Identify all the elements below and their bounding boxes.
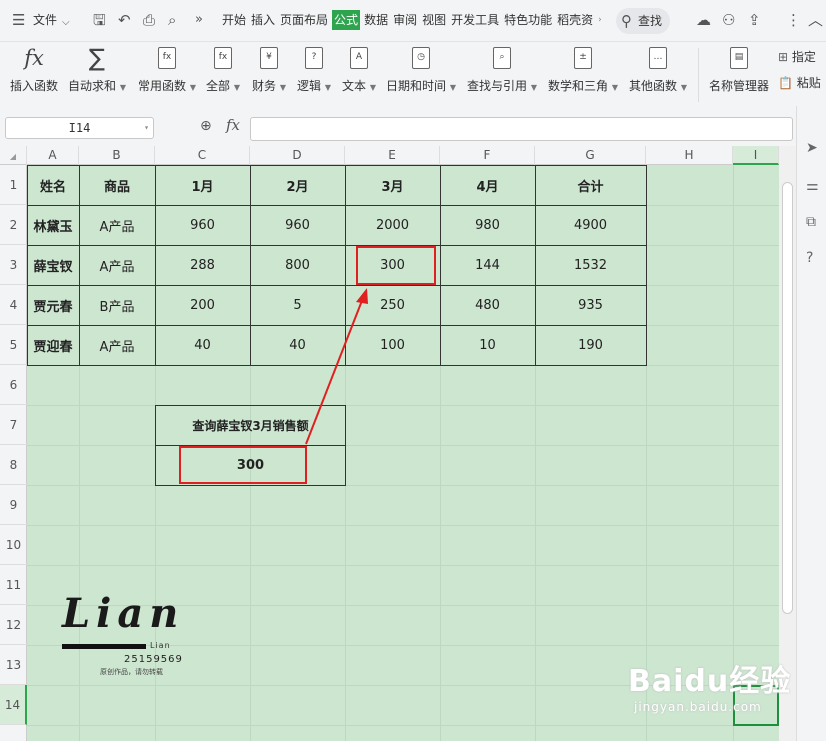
hamburger-icon[interactable]: ☰	[12, 10, 25, 30]
math-trig-button[interactable]: ± 数学和三角 ▼	[547, 42, 619, 94]
settings-sliders-icon[interactable]: ⚌	[806, 178, 819, 194]
search-icon: ⚲	[621, 12, 632, 30]
text-a-icon: A	[350, 47, 368, 69]
right-sidebar: ➤ ⚌ ⧉ ?	[796, 106, 826, 741]
question-book-icon: ?	[305, 47, 323, 69]
menu-bar: ☰ 文件 ⌵ 🖫 ↶ ⎙ ⌕ » 开始 插入 页面布局 公式 数据 审阅 视图 …	[0, 0, 826, 42]
insert-function-button[interactable]: fx 插入函数	[8, 42, 60, 94]
ribbon: fx 插入函数 ∑ 自动求和 ▼ fx 常用函数 ▼ fx 全部 ▼ ¥ 财务 …	[0, 42, 826, 106]
print-icon[interactable]: ⎙	[143, 10, 155, 30]
name-manager-icon: ▤	[730, 47, 748, 69]
tab-home[interactable]: 开始	[221, 10, 247, 30]
search-box[interactable]: ⚲ 查找	[616, 8, 670, 34]
autosum-button[interactable]: ∑ 自动求和 ▼	[66, 42, 128, 94]
tab-scroll-right-icon[interactable]: ›	[597, 10, 603, 30]
tab-data[interactable]: 数据	[363, 10, 389, 30]
tab-docer[interactable]: 稻壳资	[556, 10, 594, 30]
tab-view[interactable]: 视图	[421, 10, 447, 30]
date-time-button[interactable]: ◷ 日期和时间 ▼	[385, 42, 457, 94]
more-functions-icon: …	[649, 47, 667, 69]
add-user-icon[interactable]: ⚇	[722, 10, 735, 30]
watermark-brand: Baidu经验	[628, 664, 792, 699]
tab-insert[interactable]: 插入	[250, 10, 276, 30]
more-options-icon[interactable]: ⋮	[786, 10, 801, 30]
caret-down-icon: ▼	[279, 83, 286, 92]
caret-down-icon: ▼	[449, 83, 456, 92]
paste-button[interactable]: 📋 粘贴	[778, 74, 826, 91]
tab-review[interactable]: 审阅	[392, 10, 418, 30]
zoom-icon[interactable]: ⊕	[200, 118, 212, 134]
clock-icon: ◷	[412, 47, 430, 69]
ribbon-separator	[698, 48, 699, 102]
other-functions-button[interactable]: … 其他函数 ▼	[627, 42, 689, 94]
help-icon[interactable]: ?	[806, 250, 813, 266]
caret-down-icon: ▼	[369, 83, 376, 92]
caret-down-icon: ▼	[611, 83, 618, 92]
share-icon[interactable]: ⇪	[748, 10, 761, 30]
collapse-ribbon-icon[interactable]: ︿	[808, 10, 823, 30]
logical-button[interactable]: ? 逻辑 ▼	[295, 42, 333, 94]
fx-icon[interactable]: fx	[226, 116, 240, 134]
logo-bar	[62, 644, 146, 649]
more-icon[interactable]: »	[195, 10, 203, 30]
specify-icon: ⊞	[778, 50, 789, 64]
logo-caption: 原创作品，请勿转载	[100, 668, 163, 676]
common-functions-button[interactable]: fx 常用函数 ▼	[136, 42, 198, 94]
paste-icon: 📋	[778, 76, 793, 90]
lookup-icon: ⌕	[493, 47, 511, 69]
sigma-icon: ∑	[88, 44, 106, 72]
undo-icon[interactable]: ↶	[118, 10, 131, 30]
logo-name: Lian	[62, 590, 185, 637]
caret-down-icon: ▼	[530, 83, 537, 92]
cursor-icon[interactable]: ➤	[806, 140, 818, 156]
logo-sub: Lian	[150, 641, 171, 650]
ribbon-tabs: 开始 插入 页面布局 公式 数据 审阅 视图 开发工具 特色功能 稻壳资 ›	[221, 10, 603, 32]
vertical-scrollbar[interactable]	[779, 146, 796, 741]
file-menu[interactable]: 文件	[33, 11, 57, 28]
property-icon[interactable]: ⧉	[806, 214, 816, 230]
yen-icon: ¥	[260, 47, 278, 69]
star-function-icon: fx	[158, 47, 176, 69]
caret-down-icon: ▼	[233, 83, 240, 92]
function-book-icon: fx	[214, 47, 232, 69]
author-logo: Lian Lian 25159569 原创作品，请勿转载	[62, 592, 182, 682]
save-icon[interactable]: 🖫	[93, 10, 106, 30]
text-button[interactable]: A 文本 ▼	[340, 42, 378, 94]
name-box[interactable]: I14 ▾	[5, 117, 154, 139]
watermark-url: jingyan.baidu.com	[634, 700, 762, 714]
financial-button[interactable]: ¥ 财务 ▼	[250, 42, 288, 94]
name-manager-button[interactable]: ▤ 名称管理器	[706, 42, 772, 94]
cloud-icon[interactable]: ☁	[696, 10, 711, 30]
tab-features[interactable]: 特色功能	[503, 10, 553, 30]
spreadsheet-grid[interactable]: ◢ A B C D E F G H I 1 2 3 4 5 6 7 8 9 10…	[0, 146, 779, 741]
search-label: 查找	[638, 14, 663, 28]
logo-number: 25159569	[124, 654, 183, 665]
chevron-down-icon[interactable]: ▾	[144, 118, 149, 138]
plus-minus-icon: ±	[574, 47, 592, 69]
caret-down-icon: ▼	[119, 83, 126, 92]
specify-button[interactable]: ⊞ 指定	[778, 48, 826, 65]
formula-input[interactable]	[250, 117, 793, 141]
caret-down-icon: ▼	[324, 83, 331, 92]
tab-page-layout[interactable]: 页面布局	[279, 10, 329, 30]
tab-developer[interactable]: 开发工具	[450, 10, 500, 30]
formula-bar: I14 ▾ ⊕ fx	[0, 106, 796, 146]
caret-down-icon: ▼	[189, 83, 196, 92]
caret-down-icon: ▼	[680, 83, 687, 92]
all-functions-button[interactable]: fx 全部 ▼	[204, 42, 242, 94]
print-preview-icon[interactable]: ⌕	[168, 10, 176, 30]
tab-formulas[interactable]: 公式	[332, 10, 361, 30]
baidu-watermark: Baidu经验 jingyan.baidu.com	[628, 656, 798, 736]
fx-icon: fx	[24, 46, 44, 70]
chevron-down-icon[interactable]: ⌵	[62, 13, 70, 33]
scrollbar-thumb[interactable]	[782, 182, 793, 614]
lookup-reference-button[interactable]: ⌕ 查找与引用 ▼	[466, 42, 538, 94]
